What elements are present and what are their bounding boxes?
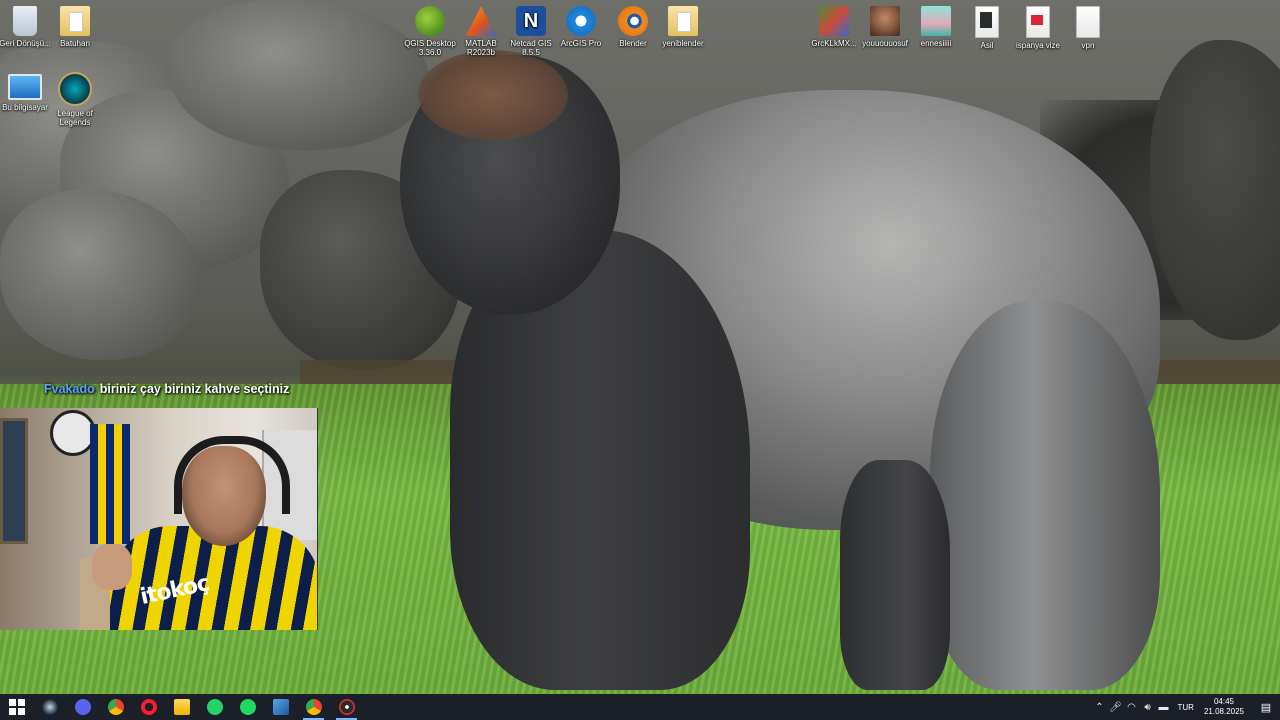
system-tray: ⌃ 🎤︎ ◠ 🔊︎ ▬ TUR 04:45 21.08.2025 ▤ — [1092, 694, 1280, 720]
taskbar-app-chrome-active[interactable] — [297, 694, 330, 720]
speaker-icon[interactable]: 🔊︎ — [1140, 694, 1156, 720]
opera-gx-icon — [140, 699, 157, 715]
desktop-icon-asil[interactable]: Asil — [959, 2, 1015, 50]
netcad-icon: N — [516, 6, 546, 36]
clock-date: 21.08.2025 — [1203, 707, 1244, 716]
desktop-icon-arcgis[interactable]: ArcGIS Pro — [553, 2, 609, 48]
wifi-icon[interactable]: ◠ — [1124, 694, 1140, 720]
whatsapp-icon — [206, 699, 223, 715]
image-file-icon — [819, 6, 849, 36]
chevron-up-icon[interactable]: ⌃ — [1092, 694, 1108, 720]
desktop[interactable]: Geri Dönüşü... Batuhan Bu bilgisayar Lea… — [0, 0, 1280, 720]
desktop-icon-qgis[interactable]: QGIS Desktop 3.36.0 — [402, 2, 458, 57]
desktop-icon-ispanya-vize[interactable]: ispanya vize — [1010, 2, 1066, 50]
battery-icon[interactable]: ▬ — [1156, 694, 1172, 720]
taskbar-app-opera[interactable] — [132, 694, 165, 720]
desktop-icon-batuhan[interactable]: Batuhan — [47, 2, 103, 48]
taskbar-app-steam[interactable] — [33, 694, 66, 720]
chrome-icon — [305, 699, 322, 715]
stream-chat-message: Fvakado biriniz çay biriniz kahve seçtini… — [44, 382, 289, 396]
computer-icon — [8, 74, 42, 100]
desktop-icon-recycle-bin[interactable]: Geri Dönüşü... — [0, 2, 53, 48]
windows-start-icon — [8, 699, 25, 715]
desktop-icon-this-pc[interactable]: Bu bilgisayar — [0, 70, 53, 112]
taskbar-app-discord[interactable] — [66, 694, 99, 720]
webcam-overlay: itokoç — [0, 408, 318, 630]
netcad-app-icon — [272, 699, 289, 715]
file-explorer-icon — [173, 699, 190, 715]
microphone-icon[interactable]: 🎤︎ — [1108, 694, 1124, 720]
matlab-icon — [466, 6, 496, 36]
taskbar-app-spotify[interactable] — [231, 694, 264, 720]
notification-icon[interactable]: ▤ — [1252, 694, 1280, 720]
headset-icon — [174, 436, 290, 514]
desktop-icon-youuouuosuf[interactable]: youuouuosuf — [857, 2, 913, 48]
qgis-icon — [415, 6, 445, 36]
chat-username: Fvakado — [44, 382, 95, 396]
taskbar-app-chrome[interactable] — [99, 694, 132, 720]
steam-icon — [41, 699, 58, 715]
clock-time: 04:45 — [1213, 697, 1234, 706]
folder-icon — [975, 6, 999, 38]
input-language[interactable]: TUR — [1178, 703, 1194, 712]
start-button[interactable] — [0, 694, 33, 720]
desktop-icon-ennesiiiii[interactable]: ennesiiiii — [908, 2, 964, 48]
taskbar-app-whatsapp[interactable] — [198, 694, 231, 720]
taskbar-clock[interactable]: 04:45 21.08.2025 — [1204, 697, 1244, 717]
blender-icon — [618, 6, 648, 36]
image-file-icon — [921, 6, 951, 36]
desktop-icon-vpn[interactable]: vpn — [1060, 2, 1116, 50]
chrome-icon — [107, 699, 124, 715]
desktop-icon-yeniblender[interactable]: yeniblender — [655, 2, 711, 48]
taskbar: ⌃ 🎤︎ ◠ 🔊︎ ▬ TUR 04:45 21.08.2025 ▤ — [0, 694, 1280, 720]
taskbar-app-netcad[interactable] — [264, 694, 297, 720]
webcam-flag — [90, 424, 130, 544]
folder-icon — [1026, 6, 1050, 38]
taskbar-app-obs[interactable] — [330, 694, 363, 720]
desktop-icon-blender[interactable]: Blender — [605, 2, 661, 48]
chat-text: biriniz çay biriniz kahve seçtiniz — [99, 382, 290, 396]
desktop-icon-league-of-legends[interactable]: League of Legends — [47, 68, 103, 127]
spotify-icon — [239, 699, 256, 715]
webcam-person-hand — [92, 544, 132, 590]
taskbar-app-file-explorer[interactable] — [165, 694, 198, 720]
league-of-legends-icon — [58, 72, 92, 106]
folder-icon — [60, 6, 90, 36]
arcgis-icon — [566, 6, 596, 36]
folder-icon — [1076, 6, 1100, 38]
webcam-wall-frame — [0, 418, 28, 544]
recycle-bin-icon — [13, 6, 37, 36]
desktop-icon-matlab[interactable]: MATLAB R2023b — [453, 2, 509, 57]
obs-icon — [338, 699, 355, 715]
folder-icon — [668, 6, 698, 36]
wallpaper-rock — [170, 0, 430, 150]
desktop-icon-netcad[interactable]: N Netcad GIS 8.5.5 — [503, 2, 559, 57]
desktop-icon-grcklkmx[interactable]: GrcKLkMX... — [806, 2, 862, 48]
discord-icon — [74, 699, 91, 715]
image-file-icon — [870, 6, 900, 36]
